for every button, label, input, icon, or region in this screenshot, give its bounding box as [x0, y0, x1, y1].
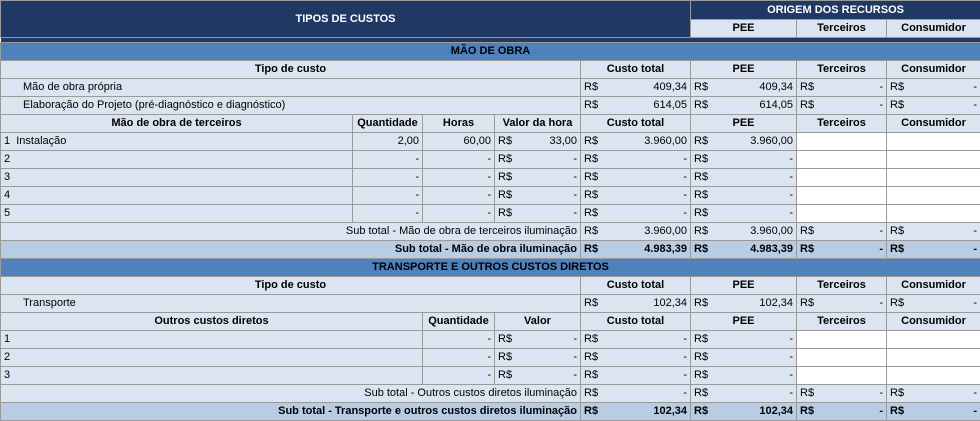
subtotal-row: Sub total - Outros custos diretos ilumin…: [0, 384, 980, 403]
consumidor-input[interactable]: [886, 186, 980, 205]
table-row: Elaboração do Projeto (pré-diagnóstico e…: [0, 96, 980, 115]
section-mao-de-obra: MÃO DE OBRA: [0, 42, 980, 61]
consumidor-input[interactable]: [886, 204, 980, 223]
terceiros-input[interactable]: [796, 186, 888, 205]
cost-table: TIPOS DE CUSTOS ORIGEM DOS RECURSOS PEE …: [0, 0, 980, 421]
section-transporte: TRANSPORTE E OUTROS CUSTOS DIRETOS: [0, 258, 980, 277]
row-label: Mão de obra própria: [0, 78, 581, 97]
col-consumidor: Consumidor: [886, 60, 980, 79]
col-terceiros: Terceiros: [796, 60, 888, 79]
table-row: 2 - R$ - R$ - R$ -: [0, 348, 980, 367]
col-valor-hora: Valor da hora: [494, 114, 581, 133]
table-row: 5 - - R$ - R$ - R$ -: [0, 204, 980, 223]
col-pee: PEE: [690, 60, 798, 79]
terceiros-input[interactable]: [796, 150, 888, 169]
pee-header: PEE: [690, 19, 798, 38]
consumidor-header: Consumidor: [886, 19, 980, 38]
table-row: 1 - R$ - R$ - R$ -: [0, 330, 980, 349]
terceiros-input[interactable]: [796, 132, 888, 151]
consumidor-input[interactable]: [886, 366, 980, 385]
terceiros-input[interactable]: [796, 168, 888, 187]
tipos-de-custos-header: TIPOS DE CUSTOS: [0, 0, 692, 38]
col-mao-obra-terceiros: Mão de obra de terceiros: [0, 114, 353, 133]
consumidor-input[interactable]: [886, 150, 980, 169]
table-row: 3 - R$ - R$ - R$ -: [0, 366, 980, 385]
table-row: Transporte R$ 102,34 R$ 102,34 R$ - R$ -: [0, 294, 980, 313]
table-row: 1 Instalação 2,00 60,00 R$ 33,00 R$ 3.960,…: [0, 132, 980, 151]
terceiros-input[interactable]: [796, 204, 888, 223]
col-outros-custos: Outros custos diretos: [0, 312, 423, 331]
table-row: 3 - - R$ - R$ - R$ -: [0, 168, 980, 187]
consumidor-input[interactable]: [886, 330, 980, 349]
col-custo-total: Custo total: [579, 60, 692, 79]
subtotal-row: Sub total - Transporte e outros custos d…: [0, 402, 980, 421]
row-label: Elaboração do Projeto (pré-diagnóstico e…: [0, 96, 581, 115]
table-row: 4 - - R$ - R$ - R$ -: [0, 186, 980, 205]
subtotal-row: Sub total - Mão de obra iluminação R$ 4.9…: [0, 240, 980, 259]
terceiros-header: Terceiros: [796, 19, 888, 38]
table-row: Mão de obra própria R$ 409,34 R$ 409,34 R$…: [0, 78, 980, 97]
terceiros-input[interactable]: [796, 348, 888, 367]
origem-recursos-header: ORIGEM DOS RECURSOS: [690, 0, 980, 20]
consumidor-input[interactable]: [886, 168, 980, 187]
terceiros-input[interactable]: [796, 366, 888, 385]
table-row: 2 - - R$ - R$ - R$ -: [0, 150, 980, 169]
subtotal-row: Sub total - Mão de obra de terceiros ilu…: [0, 222, 980, 241]
consumidor-input[interactable]: [886, 132, 980, 151]
terceiros-input[interactable]: [796, 330, 888, 349]
col-quantidade: Quantidade: [352, 114, 423, 133]
consumidor-input[interactable]: [886, 348, 980, 367]
col-horas: Horas: [422, 114, 495, 133]
col-tipo-custo: Tipo de custo: [0, 60, 581, 79]
